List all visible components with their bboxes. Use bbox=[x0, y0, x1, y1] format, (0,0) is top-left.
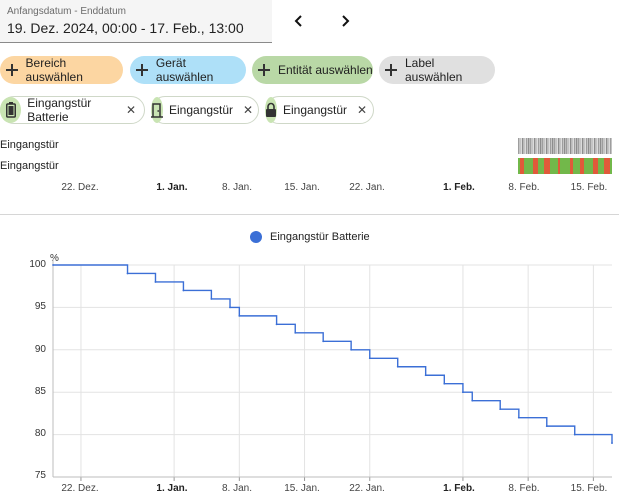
data-point bbox=[182, 289, 185, 292]
timeline-state-segment bbox=[552, 138, 554, 154]
timeline-state-segment bbox=[562, 138, 564, 154]
timeline-state-segment bbox=[518, 158, 520, 174]
timeline-state-segment bbox=[544, 158, 550, 174]
timeline-state-segment bbox=[558, 158, 560, 174]
data-point bbox=[424, 374, 427, 377]
timeline-state-segment bbox=[610, 138, 612, 154]
timeline-state-segment bbox=[550, 158, 553, 174]
data-point bbox=[396, 365, 399, 368]
timeline-state-segment bbox=[604, 138, 606, 154]
timeline-state-segment bbox=[594, 138, 596, 154]
timeline-state-segment bbox=[568, 138, 570, 154]
data-point bbox=[471, 399, 474, 402]
timeline-state-segment bbox=[554, 138, 556, 154]
timeline-state-segment bbox=[536, 138, 538, 154]
timeline-state-segment bbox=[540, 158, 544, 174]
timeline-state-segment bbox=[538, 138, 540, 154]
timeline-state-segment bbox=[558, 138, 560, 154]
timeline-state-segment bbox=[560, 138, 562, 154]
timeline-state-segment bbox=[602, 138, 604, 154]
data-point bbox=[368, 357, 371, 360]
timeline-state-segment bbox=[546, 138, 548, 154]
timeline-state-segment bbox=[553, 158, 558, 174]
timeline-state-segment bbox=[540, 138, 542, 154]
data-point bbox=[462, 391, 464, 394]
timeline-state-segment bbox=[600, 158, 604, 174]
timeline-state-segment bbox=[600, 138, 602, 154]
timeline-state-segment bbox=[556, 138, 558, 154]
data-point bbox=[443, 382, 446, 385]
timeline-state-segment bbox=[584, 158, 590, 174]
timeline-state-segment bbox=[560, 158, 564, 174]
timeline-state-segment bbox=[573, 158, 578, 174]
data-point bbox=[126, 272, 129, 275]
data-point bbox=[517, 416, 520, 419]
timeline-state-segment bbox=[588, 138, 590, 154]
timeline-state-segment bbox=[608, 138, 610, 154]
data-point bbox=[229, 306, 231, 309]
timeline-state-segment bbox=[576, 138, 578, 154]
history-chart bbox=[52, 138, 613, 481]
data-point bbox=[275, 323, 278, 326]
timeline-state-segment bbox=[606, 138, 608, 154]
timeline-state-segment bbox=[598, 138, 600, 154]
timeline-state-segment bbox=[530, 138, 532, 154]
timeline-state-segment bbox=[530, 158, 533, 174]
timeline-state-segment bbox=[582, 138, 584, 154]
data-point bbox=[238, 314, 241, 317]
data-point bbox=[294, 331, 297, 334]
data-point bbox=[154, 281, 157, 283]
timeline-state-segment bbox=[604, 158, 610, 174]
timeline-state-segment bbox=[550, 138, 552, 154]
timeline-state-segment bbox=[572, 138, 574, 154]
timeline-state-segment bbox=[578, 138, 580, 154]
timeline-state-segment bbox=[593, 158, 598, 174]
timeline-state-segment bbox=[610, 158, 612, 174]
timeline-state-segment bbox=[570, 158, 573, 174]
timeline-state-segment bbox=[520, 158, 524, 174]
timeline-state-segment bbox=[520, 138, 522, 154]
data-point bbox=[350, 348, 353, 351]
timeline-state-segment bbox=[538, 158, 540, 174]
timeline-state-segment bbox=[574, 138, 576, 154]
timeline-state-segment bbox=[528, 138, 530, 154]
timeline-state-segment bbox=[592, 138, 594, 154]
timeline-state-segment bbox=[524, 138, 526, 154]
data-point bbox=[611, 442, 613, 444]
timeline-state-segment bbox=[532, 138, 534, 154]
data-point bbox=[499, 408, 502, 411]
timeline-state-segment bbox=[586, 138, 588, 154]
timeline-state-segment bbox=[596, 138, 598, 154]
timeline-state-segment bbox=[584, 138, 586, 154]
timeline-state-segment bbox=[526, 138, 528, 154]
data-point bbox=[210, 298, 213, 300]
timeline-state-segment bbox=[534, 138, 536, 154]
data-point bbox=[545, 425, 548, 428]
timeline-state-segment bbox=[566, 138, 568, 154]
timeline-state-segment bbox=[590, 158, 593, 174]
data-point bbox=[52, 264, 54, 266]
timeline-state-segment bbox=[548, 138, 550, 154]
timeline-state-segment bbox=[578, 158, 580, 174]
timeline-state-segment bbox=[544, 138, 546, 154]
timeline-state-segment bbox=[533, 158, 538, 174]
timeline-state-segment bbox=[522, 138, 524, 154]
timeline-state-segment bbox=[564, 158, 570, 174]
timeline-state-segment bbox=[590, 138, 592, 154]
data-point bbox=[573, 433, 576, 436]
timeline-state-segment bbox=[542, 138, 544, 154]
timeline-state-segment bbox=[518, 138, 520, 154]
timeline-state-segment bbox=[598, 158, 600, 174]
timeline-state-segment bbox=[570, 138, 572, 154]
timeline-state-segment bbox=[580, 138, 582, 154]
timeline-state-segment bbox=[580, 158, 584, 174]
timeline-state-segment bbox=[564, 138, 566, 154]
data-point bbox=[322, 340, 325, 343]
timeline-state-segment bbox=[524, 158, 530, 174]
